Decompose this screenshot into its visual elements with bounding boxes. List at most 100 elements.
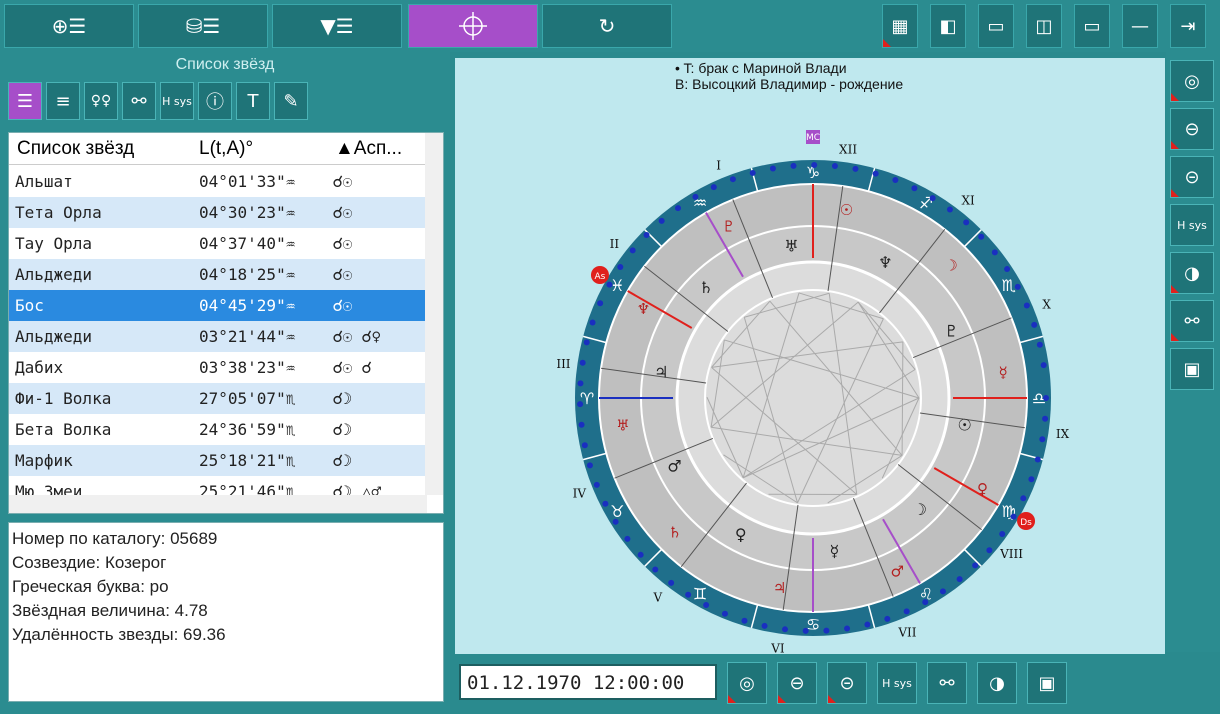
col-header-name[interactable]: Список звёзд (17, 138, 134, 160)
star-marker (1010, 513, 1017, 520)
tab-filter[interactable]: ▼☰ (272, 4, 402, 48)
wheel-mode-button[interactable]: ◎ (1170, 60, 1214, 102)
star-marker (581, 442, 588, 449)
exit-button[interactable]: ⇥ (1170, 4, 1206, 48)
house-system-button[interactable]: H sys (160, 82, 194, 120)
star-marker (939, 588, 946, 595)
star-marker (703, 602, 710, 609)
moon-phase-button[interactable]: ◑ (1170, 252, 1214, 294)
red-corner-mark (1171, 333, 1179, 341)
datetime-field[interactable]: 01.12.1970 12:00:00 (459, 664, 717, 700)
star-position: 03°38'23"♒ (199, 358, 296, 377)
star-name: Тета Орла (15, 203, 102, 222)
info-greek-letter: Греческая буква: ро (12, 577, 169, 596)
table-row[interactable]: Дабих 03°38'23"♒ ☌☉ ☌ (9, 352, 427, 383)
star-aspects: ☌☉ (333, 234, 353, 253)
edit-icon: ✎ (283, 90, 299, 112)
star-marker (577, 401, 584, 408)
planets-button[interactable]: ♀♀ (84, 82, 118, 120)
table-row[interactable]: Марфик 25°18'21"♏ ☌☽ (9, 445, 427, 476)
tab-natal-list[interactable]: ⊕☰ (4, 4, 134, 48)
star-marker (579, 359, 586, 366)
aspects-button[interactable]: ⚯ (122, 82, 156, 120)
compact-list-button[interactable]: ≡ (46, 82, 80, 120)
minimize-button[interactable]: — (1122, 4, 1158, 48)
bottom-direction-button[interactable]: ⊖ (777, 662, 817, 704)
bottom-screenshot-button[interactable]: ▣ (1027, 662, 1067, 704)
star-marker (991, 249, 998, 256)
transit-button[interactable]: T (236, 82, 270, 120)
house-numeral: VII (897, 626, 916, 640)
star-name: Тау Орла (15, 234, 93, 253)
camera-icon: ▣ (1183, 358, 1201, 380)
star-position: 04°37'40"♒ (199, 234, 296, 253)
table-row[interactable]: Альджеди 03°21'44"♒ ☌☉ ☌♀ (9, 321, 427, 352)
chart-legend: • T: брак с Мариной Влади B: Высоцкий Вл… (675, 60, 903, 92)
horizon-button[interactable]: ⊝ (1170, 156, 1214, 198)
bottom-wheel-button[interactable]: ◎ (727, 662, 767, 704)
table-row[interactable]: Фи-1 Волка 27°05'07"♏ ☌☽ (9, 383, 427, 414)
bottom-house-system-button[interactable]: H sys (877, 662, 917, 704)
tab-chart[interactable] (408, 4, 538, 48)
star-name: Альшат (15, 172, 73, 191)
star-position: 04°45'29"♒ (199, 296, 296, 315)
house-system-right-button[interactable]: H sys (1170, 204, 1214, 246)
refresh-button[interactable]: ↻ (542, 4, 672, 48)
layout-split-icon: ◫ (1035, 15, 1053, 37)
table-row[interactable]: Тау Орла 04°37'40"♒ ☌☉ (9, 228, 427, 259)
screenshot-button[interactable]: ▣ (1170, 348, 1214, 390)
vertical-scrollbar[interactable] (425, 133, 443, 495)
star-marker (710, 184, 717, 191)
direction-button[interactable]: ⊖ (1170, 108, 1214, 150)
star-marker (617, 264, 624, 271)
natal-planet: ♃ (654, 362, 668, 381)
aspects-right-button[interactable]: ⚯ (1170, 300, 1214, 342)
red-corner-mark (1171, 189, 1179, 197)
table-row[interactable]: Бос 04°45'29"♒ ☌☉ (9, 290, 427, 321)
compact-list-icon: ≡ (55, 90, 71, 112)
star-marker (1043, 395, 1049, 401)
star-marker (643, 231, 650, 238)
star-marker (586, 462, 593, 469)
bottom-moon-button[interactable]: ◑ (977, 662, 1017, 704)
star-marker (844, 625, 851, 632)
grid-button[interactable]: ▦ (882, 4, 918, 48)
house-system-icon: H sys (162, 94, 192, 108)
horizontal-scrollbar[interactable] (9, 495, 427, 513)
table-row[interactable]: Альджеди 04°18'25"♒ ☌☉ (9, 259, 427, 290)
info-button[interactable]: ⓘ (198, 82, 232, 120)
chart-crosshair-icon (459, 12, 487, 40)
star-marker (629, 247, 636, 254)
star-marker (1028, 476, 1035, 483)
aspects-icon: ⚯ (131, 90, 147, 112)
refresh-icon: ↻ (598, 14, 616, 38)
layout-left-button[interactable]: ◧ (930, 4, 966, 48)
layout-split-button[interactable]: ◫ (1026, 4, 1062, 48)
info-constellation: Созвездие: Козерог (12, 553, 167, 572)
tab-database[interactable]: ⛁☰ (138, 4, 268, 48)
layout-top-button[interactable]: ▭ (1074, 4, 1110, 48)
star-marker (956, 576, 963, 583)
col-header-position[interactable]: L(t,A)° (199, 138, 253, 160)
info-magnitude: Звёздная величина: 4.78 (12, 601, 208, 620)
natal-planet: ♂ (667, 457, 681, 476)
bottom-aspects-button[interactable]: ⚯ (927, 662, 967, 704)
layout-bottom-button[interactable]: ▭ (978, 4, 1014, 48)
moon-phase-icon: ◑ (989, 672, 1005, 694)
natal-planet: ☉ (957, 416, 971, 435)
star-position: 04°01'33"♒ (199, 172, 296, 191)
table-row[interactable]: Альшат 04°01'33"♒ ☌☉ (9, 166, 427, 197)
table-row[interactable]: Бета Волка 24°36'59"♏ ☌☽ (9, 414, 427, 445)
col-header-aspects[interactable]: ▲Асп... (335, 138, 402, 160)
star-aspects: ☌☉ ☌ (333, 358, 372, 377)
red-corner-mark (1171, 141, 1179, 149)
edit-button[interactable]: ✎ (274, 82, 308, 120)
transit-planet: ♄ (668, 523, 681, 541)
bottom-horizon-button[interactable]: ⊝ (827, 662, 867, 704)
info-distance: Удалённость звезды: 69.36 (12, 625, 226, 644)
table-row[interactable]: Тета Орла 04°30'23"♒ ☌☉ (9, 197, 427, 228)
star-marker (864, 621, 871, 628)
natal-wheel[interactable]: ♐♏♎♍♌♋♊♉♈♓♒♑XIIXIXIXVIIIVIIVIVIVIIIIII☉♀… (455, 58, 1165, 676)
list-view-button[interactable]: ☰ (8, 82, 42, 120)
red-corner-mark (1171, 285, 1179, 293)
